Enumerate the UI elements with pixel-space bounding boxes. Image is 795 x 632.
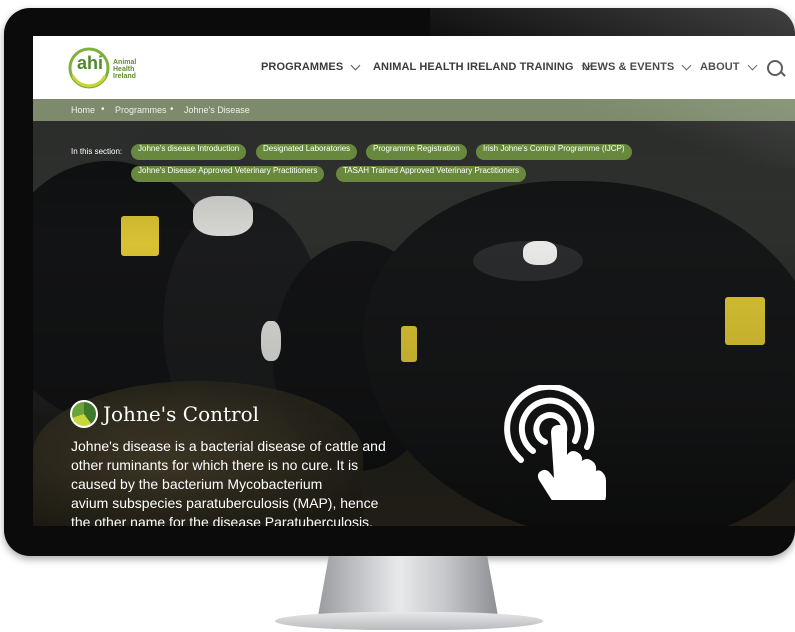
breadcrumb-separator: • xyxy=(170,104,174,115)
intro-text: Johne's disease is a bacterial disease o… xyxy=(71,437,391,526)
intro-line: the other name for the disease Paratuber… xyxy=(71,514,373,526)
section-link-programme-registration[interactable]: Programme Registration xyxy=(366,144,467,160)
nav-label: PROGRAMMES xyxy=(261,61,344,73)
nav-label: ANIMAL HEALTH IRELAND TRAINING xyxy=(373,61,574,73)
intro-line: avium subspecies paratuberculosis (MAP),… xyxy=(71,495,379,511)
page-title: Johne's Control xyxy=(103,402,260,426)
nav-label: ABOUT xyxy=(700,61,740,73)
section-link-approved-vets[interactable]: Johne's Disease Approved Veterinary Prac… xyxy=(131,166,325,182)
site-header: ahi Animal Health Ireland PROGRAMMES ANI… xyxy=(33,36,795,99)
monitor-stand xyxy=(318,556,498,616)
section-link-introduction[interactable]: Johne's disease Introduction xyxy=(131,144,247,160)
breadcrumb: Home • Programmes • Johne's Disease xyxy=(33,99,795,121)
section-label: In this section: xyxy=(71,147,123,156)
section-link-tasah-vets[interactable]: TASAH Trained Approved Veterinary Practi… xyxy=(336,166,526,182)
search-icon[interactable] xyxy=(767,60,783,76)
breadcrumb-programmes[interactable]: Programmes xyxy=(115,99,167,121)
monitor-screen: ahi Animal Health Ireland PROGRAMMES ANI… xyxy=(33,36,795,526)
chevron-down-icon xyxy=(747,60,758,70)
chevron-down-icon xyxy=(350,60,361,70)
breadcrumb-current: Johne's Disease xyxy=(184,105,250,115)
section-link-designated-laboratories[interactable]: Designated Laboratories xyxy=(256,144,358,160)
logo-wordmark: ahi xyxy=(77,53,104,73)
breadcrumb-home[interactable]: Home xyxy=(71,99,95,121)
tap-hand-icon xyxy=(504,385,606,500)
nav-news-events[interactable]: NEWS & EVENTS xyxy=(582,60,692,73)
johnes-control-icon xyxy=(70,400,98,428)
nav-ahi-training[interactable]: ANIMAL HEALTH IRELAND TRAINING xyxy=(373,60,592,73)
breadcrumb-separator: • xyxy=(101,104,105,115)
nav-about[interactable]: ABOUT xyxy=(700,60,758,73)
section-link-ijcp[interactable]: Irish Johne's Control Programme (IJCP) xyxy=(476,144,632,160)
chevron-down-icon xyxy=(681,60,692,70)
monitor-stand-base xyxy=(275,612,543,630)
intro-line: caused by the bacterium Mycobacterium xyxy=(71,476,323,492)
intro-line: Johne's disease is a bacterial disease o… xyxy=(71,438,386,454)
intro-line: other ruminants for which there is no cu… xyxy=(71,457,359,473)
logo-subtitle: Animal Health Ireland xyxy=(113,59,137,80)
nav-label: NEWS & EVENTS xyxy=(582,61,675,73)
nav-programmes[interactable]: PROGRAMMES xyxy=(261,60,361,73)
